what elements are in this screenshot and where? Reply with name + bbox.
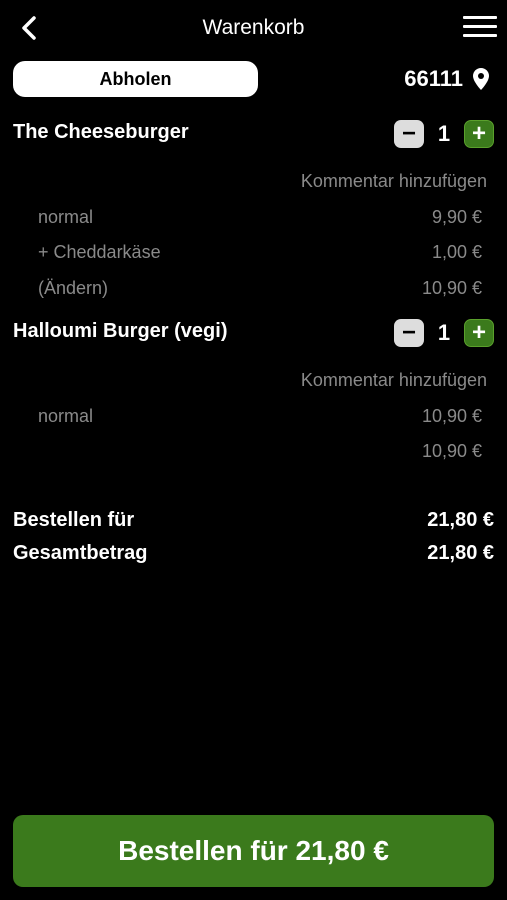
line-label: normal (38, 406, 94, 426)
order-for-value: 21,80 € (427, 509, 494, 531)
cart-item-name: Halloumi Burger (vegi) (13, 320, 228, 342)
zip-code: 66111 (404, 66, 463, 91)
pickup-mode-button[interactable]: Abholen (13, 61, 258, 97)
item-subtotal: 10,90 € (421, 441, 482, 461)
line-price: 1,00 € (431, 242, 482, 262)
quantity-value: 1 (437, 121, 451, 146)
hamburger-menu-icon[interactable] (463, 16, 497, 40)
cart-item-name: The Cheeseburger (13, 121, 189, 143)
line-label: + Cheddarkäse (38, 242, 161, 262)
add-comment-link[interactable]: Kommentar hinzufügen (301, 370, 487, 391)
line-label: normal (38, 207, 94, 227)
location-selector[interactable]: 66111 (404, 66, 489, 92)
app-header: Warenkorb (0, 0, 507, 56)
map-pin-icon (473, 68, 489, 90)
quantity-stepper: − 1 + (394, 319, 494, 347)
line-price: 10,90 € (421, 406, 482, 426)
change-options-link[interactable]: (Ändern) (38, 278, 108, 299)
item-subtotal: 10,90 € (421, 278, 482, 298)
quantity-stepper: − 1 + (394, 120, 494, 148)
decrease-quantity-button[interactable]: − (394, 319, 424, 347)
quantity-value: 1 (437, 320, 451, 345)
total-value: 21,80 € (427, 542, 494, 564)
total-label: Gesamtbetrag (13, 542, 148, 564)
decrease-quantity-button[interactable]: − (394, 120, 424, 148)
increase-quantity-button[interactable]: + (464, 319, 494, 347)
line-price: 9,90 € (431, 207, 482, 227)
place-order-button[interactable]: Bestellen für 21,80 € (13, 815, 494, 887)
page-title: Warenkorb (202, 16, 305, 39)
add-comment-link[interactable]: Kommentar hinzufügen (301, 171, 487, 192)
order-for-label: Bestellen für (13, 509, 135, 531)
increase-quantity-button[interactable]: + (464, 120, 494, 148)
